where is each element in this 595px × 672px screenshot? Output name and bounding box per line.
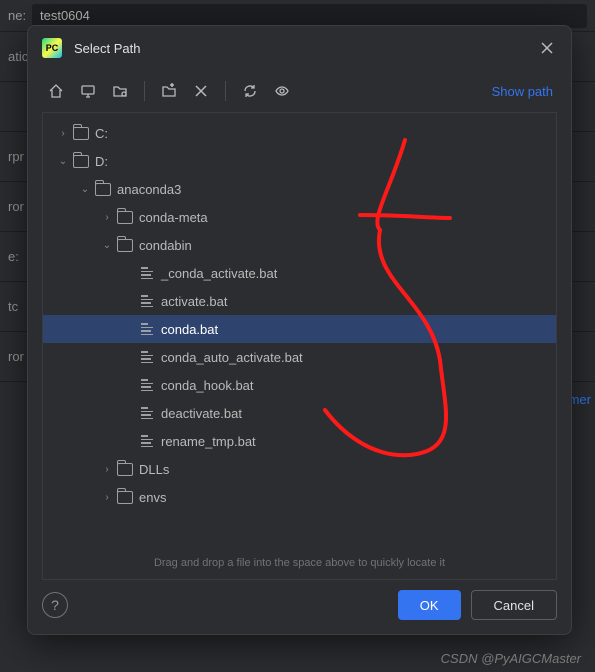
folder-icon — [71, 127, 91, 140]
tree-node[interactable]: › C: — [43, 119, 556, 147]
tree-node[interactable]: _conda_activate.bat — [43, 259, 556, 287]
tree-node[interactable]: conda_hook.bat — [43, 371, 556, 399]
tree-node[interactable]: › envs — [43, 483, 556, 511]
file-tree[interactable]: › C: ⌄ D: ⌄ anaconda3 › conda-meta ⌄ condabin _con… — [43, 113, 556, 549]
file-icon — [137, 378, 157, 392]
help-button[interactable]: ? — [42, 592, 68, 618]
cancel-button[interactable]: Cancel — [471, 590, 557, 620]
drag-drop-hint: Drag and drop a file into the space abov… — [43, 549, 556, 579]
tree-node-label: activate.bat — [161, 294, 228, 309]
desktop-icon[interactable] — [74, 77, 102, 105]
project-icon[interactable] — [106, 77, 134, 105]
folder-icon — [93, 183, 113, 196]
chevron-right-icon[interactable]: › — [99, 464, 115, 475]
tree-node[interactable]: ⌄ anaconda3 — [43, 175, 556, 203]
tree-node-label: anaconda3 — [117, 182, 181, 197]
tree-node[interactable]: conda_auto_activate.bat — [43, 343, 556, 371]
toolbar-separator — [144, 81, 145, 101]
file-icon — [137, 322, 157, 336]
tree-node[interactable]: ⌄ condabin — [43, 231, 556, 259]
tree-node[interactable]: › conda-meta — [43, 203, 556, 231]
tree-node[interactable]: › DLLs — [43, 455, 556, 483]
folder-icon — [115, 239, 135, 252]
close-button[interactable] — [537, 38, 557, 58]
bg-name-label: ne: — [8, 8, 32, 23]
file-tree-container: › C: ⌄ D: ⌄ anaconda3 › conda-meta ⌄ condabin _con… — [42, 112, 557, 580]
chevron-right-icon[interactable]: › — [55, 128, 71, 139]
toolbar-separator — [225, 81, 226, 101]
file-icon — [137, 434, 157, 448]
refresh-icon[interactable] — [236, 77, 264, 105]
dialog-toolbar: Show path — [28, 70, 571, 112]
folder-icon — [115, 491, 135, 504]
ok-button[interactable]: OK — [398, 590, 461, 620]
tree-node-label: conda.bat — [161, 322, 218, 337]
tree-node-label: C: — [95, 126, 108, 141]
tree-node[interactable]: rename_tmp.bat — [43, 427, 556, 455]
dialog-header: Select Path — [28, 26, 571, 70]
chevron-down-icon[interactable]: ⌄ — [55, 156, 71, 167]
select-path-dialog: Select Path Show path › C: ⌄ D: ⌄ anaconda3 › c… — [27, 25, 572, 635]
file-icon — [137, 294, 157, 308]
file-icon — [137, 266, 157, 280]
show-hidden-icon[interactable] — [268, 77, 296, 105]
file-icon — [137, 350, 157, 364]
dialog-footer: ? OK Cancel — [28, 580, 571, 634]
chevron-right-icon[interactable]: › — [99, 492, 115, 503]
tree-node-label: deactivate.bat — [161, 406, 242, 421]
tree-node-label: _conda_activate.bat — [161, 266, 277, 281]
chevron-down-icon[interactable]: ⌄ — [77, 184, 93, 195]
folder-icon — [115, 463, 135, 476]
tree-node[interactable]: deactivate.bat — [43, 399, 556, 427]
chevron-right-icon[interactable]: › — [99, 212, 115, 223]
tree-node-label: envs — [139, 490, 166, 505]
file-icon — [137, 406, 157, 420]
tree-node-selected[interactable]: conda.bat — [43, 315, 556, 343]
delete-icon[interactable] — [187, 77, 215, 105]
tree-node-label: conda_hook.bat — [161, 378, 254, 393]
tree-node-label: D: — [95, 154, 108, 169]
home-icon[interactable] — [42, 77, 70, 105]
folder-icon — [115, 211, 135, 224]
pycharm-logo-icon — [42, 38, 62, 58]
watermark: CSDN @PyAIGCMaster — [441, 651, 581, 666]
chevron-down-icon[interactable]: ⌄ — [99, 240, 115, 251]
show-path-link[interactable]: Show path — [488, 84, 557, 99]
new-folder-icon[interactable] — [155, 77, 183, 105]
tree-node-label: conda_auto_activate.bat — [161, 350, 303, 365]
tree-node-label: DLLs — [139, 462, 169, 477]
tree-node-label: conda-meta — [139, 210, 208, 225]
bg-name-field[interactable]: test0604 — [32, 4, 587, 28]
tree-node[interactable]: activate.bat — [43, 287, 556, 315]
tree-node-label: rename_tmp.bat — [161, 434, 256, 449]
dialog-title: Select Path — [74, 41, 537, 56]
tree-node-label: condabin — [139, 238, 192, 253]
folder-icon — [71, 155, 91, 168]
tree-node[interactable]: ⌄ D: — [43, 147, 556, 175]
